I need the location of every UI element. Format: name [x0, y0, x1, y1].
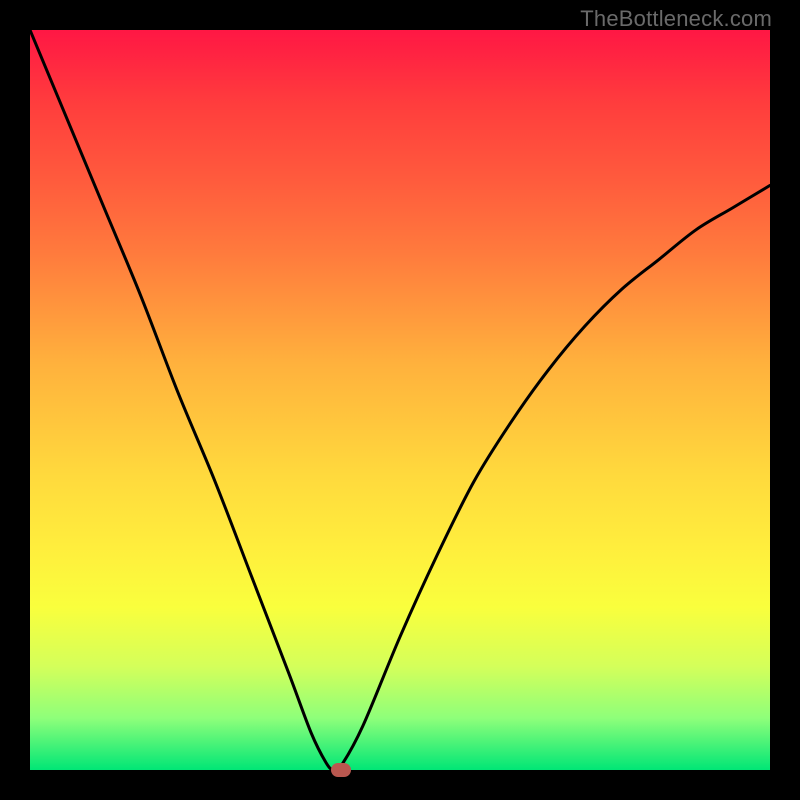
watermark-label: TheBottleneck.com [580, 6, 772, 32]
curve-svg [30, 30, 770, 770]
plot-area [30, 30, 770, 770]
bottleneck-curve [30, 30, 770, 770]
chart-frame: TheBottleneck.com [0, 0, 800, 800]
optimum-marker [331, 763, 351, 777]
